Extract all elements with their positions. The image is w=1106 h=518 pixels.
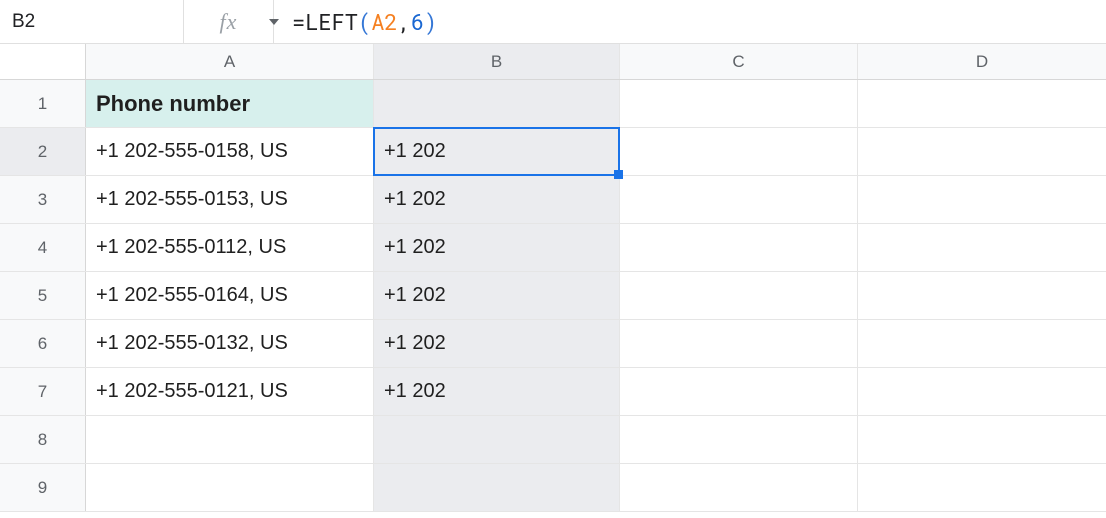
cell-A4[interactable]: +1 202-555-0112, US: [86, 224, 374, 271]
row-4: 4 +1 202-555-0112, US +1 202: [0, 224, 1106, 272]
column-header-row: A B C D: [0, 44, 1106, 80]
cell-C4[interactable]: [620, 224, 858, 271]
row-2: 2 +1 202-555-0158, US +1 202: [0, 128, 1106, 176]
cell-A5[interactable]: +1 202-555-0164, US: [86, 272, 374, 319]
formula-bar: fx =LEFT(A2,6): [0, 0, 1106, 44]
formula-token-num: 6: [411, 7, 424, 36]
cell-D4[interactable]: [858, 224, 1106, 271]
cell-D8[interactable]: [858, 416, 1106, 463]
cell-B5[interactable]: +1 202: [374, 272, 620, 319]
grid: 1 Phone number 2 +1 202-555-0158, US +1 …: [0, 80, 1106, 512]
cell-A8[interactable]: [86, 416, 374, 463]
formula-token-close: ): [424, 7, 437, 36]
cell-D3[interactable]: [858, 176, 1106, 223]
row-header-7[interactable]: 7: [0, 368, 86, 415]
name-box-dropdown[interactable]: [269, 0, 279, 43]
row-header-9[interactable]: 9: [0, 464, 86, 511]
row-9: 9: [0, 464, 1106, 512]
formula-token-comma: ,: [398, 7, 411, 36]
cell-C3[interactable]: [620, 176, 858, 223]
cell-A9[interactable]: [86, 464, 374, 511]
cell-B7[interactable]: +1 202: [374, 368, 620, 415]
name-box-input[interactable]: [0, 0, 269, 43]
cell-C9[interactable]: [620, 464, 858, 511]
row-header-3[interactable]: 3: [0, 176, 86, 223]
chevron-down-icon: [269, 19, 279, 25]
cell-D7[interactable]: [858, 368, 1106, 415]
row-header-1[interactable]: 1: [0, 80, 86, 127]
formula-token-open: (: [358, 7, 371, 36]
cell-B2[interactable]: +1 202: [374, 128, 620, 175]
row-7: 7 +1 202-555-0121, US +1 202: [0, 368, 1106, 416]
cell-A7[interactable]: +1 202-555-0121, US: [86, 368, 374, 415]
select-all-corner[interactable]: [0, 44, 86, 79]
cell-C2[interactable]: [620, 128, 858, 175]
cell-D9[interactable]: [858, 464, 1106, 511]
formula-token-ref: A2: [371, 7, 397, 36]
cell-A6[interactable]: +1 202-555-0132, US: [86, 320, 374, 367]
cell-B9[interactable]: [374, 464, 620, 511]
cell-B6[interactable]: +1 202: [374, 320, 620, 367]
formula-token-func: =LEFT: [292, 7, 358, 36]
formula-input[interactable]: =LEFT(A2,6): [274, 0, 1106, 43]
row-header-5[interactable]: 5: [0, 272, 86, 319]
row-3: 3 +1 202-555-0153, US +1 202: [0, 176, 1106, 224]
col-header-A[interactable]: A: [86, 44, 374, 79]
row-header-4[interactable]: 4: [0, 224, 86, 271]
row-6: 6 +1 202-555-0132, US +1 202: [0, 320, 1106, 368]
cell-D1[interactable]: [858, 80, 1106, 127]
cell-B1[interactable]: [374, 80, 620, 127]
cell-C7[interactable]: [620, 368, 858, 415]
cell-B8[interactable]: [374, 416, 620, 463]
row-1: 1 Phone number: [0, 80, 1106, 128]
cell-C6[interactable]: [620, 320, 858, 367]
col-header-D[interactable]: D: [858, 44, 1106, 79]
row-header-2[interactable]: 2: [0, 128, 86, 175]
row-5: 5 +1 202-555-0164, US +1 202: [0, 272, 1106, 320]
cell-D2[interactable]: [858, 128, 1106, 175]
name-box-container: [0, 0, 184, 43]
cell-A2[interactable]: +1 202-555-0158, US: [86, 128, 374, 175]
cell-B4[interactable]: +1 202: [374, 224, 620, 271]
row-header-8[interactable]: 8: [0, 416, 86, 463]
col-header-C[interactable]: C: [620, 44, 858, 79]
cell-A1[interactable]: Phone number: [86, 80, 374, 127]
cell-C8[interactable]: [620, 416, 858, 463]
cell-D6[interactable]: [858, 320, 1106, 367]
cell-C5[interactable]: [620, 272, 858, 319]
col-header-B[interactable]: B: [374, 44, 620, 79]
cell-A3[interactable]: +1 202-555-0153, US: [86, 176, 374, 223]
row-header-6[interactable]: 6: [0, 320, 86, 367]
cell-B3[interactable]: +1 202: [374, 176, 620, 223]
cell-C1[interactable]: [620, 80, 858, 127]
cell-D5[interactable]: [858, 272, 1106, 319]
row-8: 8: [0, 416, 1106, 464]
